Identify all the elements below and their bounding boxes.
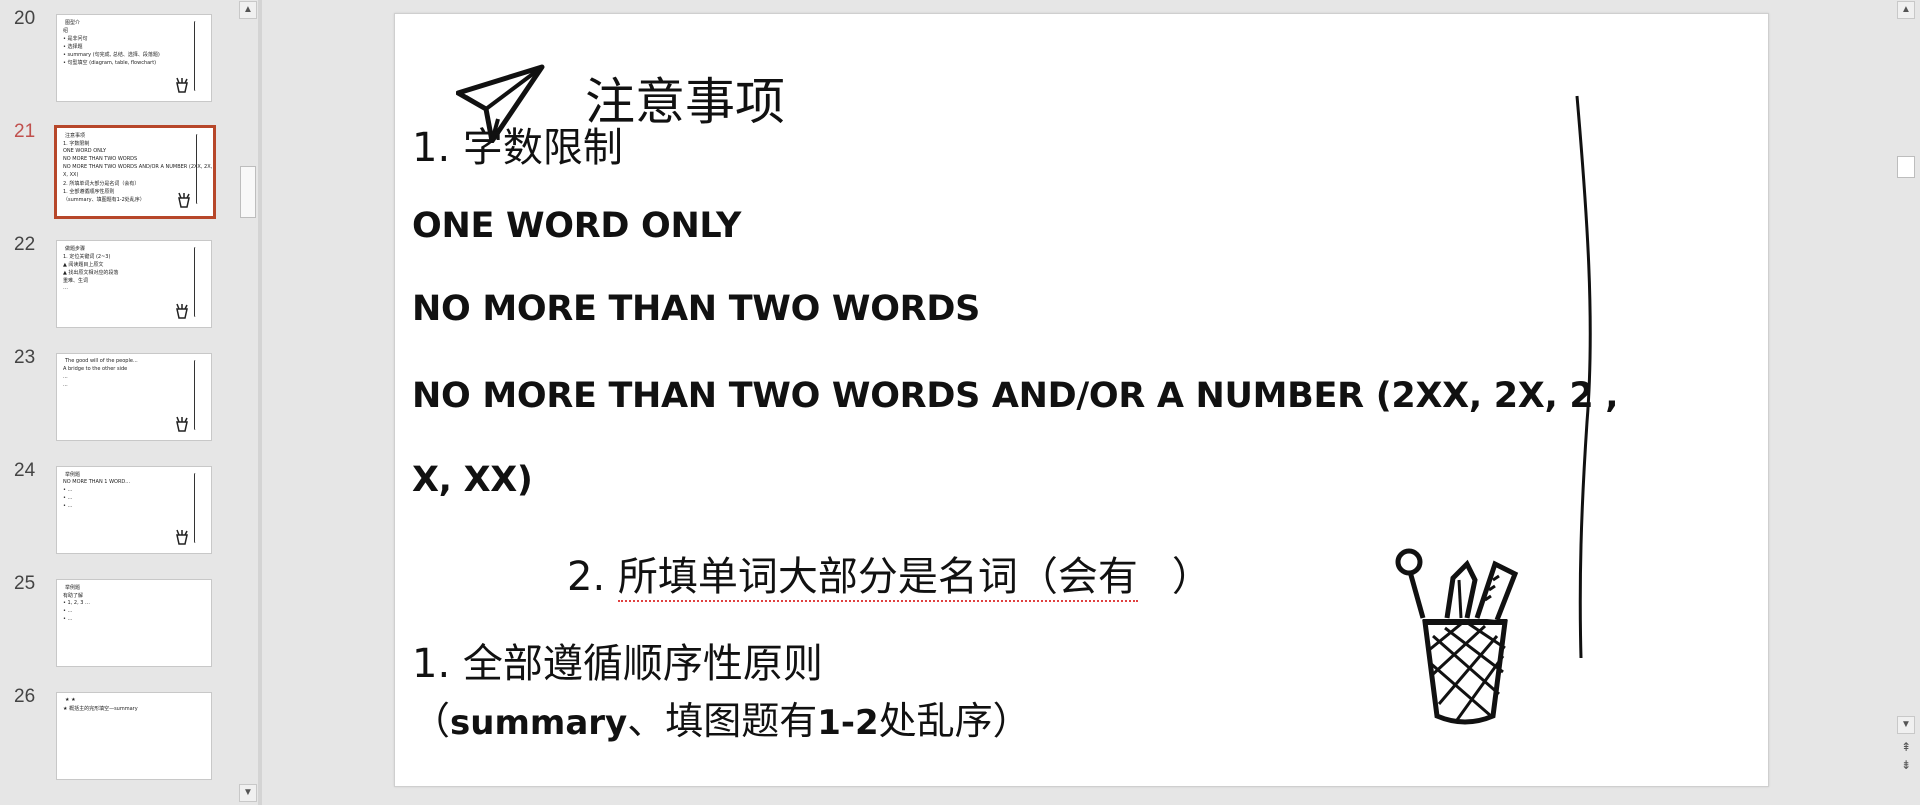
thumbnail-text: 注意事项 bbox=[65, 133, 86, 139]
slide-thumbnail-26[interactable]: ★ ★ ★ 概括主的完形填空—summary bbox=[56, 692, 212, 780]
thumbnail-text: • 选择题 bbox=[63, 44, 83, 50]
slide-thumbnail-23[interactable]: The good will of the people... A bridge t… bbox=[56, 353, 212, 441]
thumbnail-text: • … bbox=[63, 487, 73, 493]
slide-editor: 注意事项 1. 字数限制 ONE WORD ONLY NO MORE THAN … bbox=[262, 0, 1892, 805]
thumbnail-scrollbar[interactable]: ▲ ▼ bbox=[238, 0, 258, 805]
pencil-cup-icon bbox=[175, 416, 189, 432]
slide-number: 23 bbox=[14, 347, 36, 368]
thumbnail-text: X, XX) bbox=[63, 172, 79, 178]
thumbnail-text: • 是非问句 bbox=[63, 36, 88, 42]
rule-one-word: ONE WORD ONLY bbox=[412, 206, 742, 246]
slide-thumbnail-20[interactable]: 图型介绍 • 是非问句 • 选择题 • summary (句完成, 总结、选择、段落题… bbox=[56, 14, 212, 102]
item-word-limit: 1. 字数限制 bbox=[412, 125, 623, 171]
thumbnail-row-22[interactable]: 22 做题步骤 1. 定位关键词 (2~3) ▲ 阅读题目上原文 ▲ 找出原文相对应的段… bbox=[0, 226, 238, 328]
note-mid: 、填图题有 bbox=[627, 699, 818, 743]
thumbnail-row-26[interactable]: 26 ★ ★ ★ 概括主的完形填空—summary bbox=[0, 678, 238, 780]
slide-number: 22 bbox=[14, 234, 36, 255]
note-open: （ bbox=[412, 699, 451, 743]
thumbnail-text: ONE WORD ONLY bbox=[63, 148, 107, 154]
thumbnail-text: • … bbox=[63, 608, 73, 614]
editor-scroll-down-button[interactable]: ▼ bbox=[1897, 716, 1915, 734]
slide-number: 20 bbox=[14, 8, 36, 29]
note-range: 1-2 bbox=[817, 703, 879, 743]
scroll-down-button[interactable]: ▼ bbox=[239, 784, 257, 802]
thumbnail-text: • summary (句完成, 总结、选择、段落题) bbox=[63, 52, 160, 58]
thumbnail-text: 1. 字数限制 bbox=[63, 141, 90, 147]
item-sequence-principle: 1. 全部遵循顺序性原则 bbox=[412, 641, 823, 687]
thumbnail-text: 1. 定位关键词 (2~3) bbox=[63, 254, 111, 260]
thumbnail-text: The good will of the people... bbox=[65, 358, 138, 364]
previous-slide-button[interactable]: ⇞ bbox=[1897, 738, 1915, 756]
thumbnail-row-25[interactable]: 25 举例题有助了解 • 1, 2, 3 … • … • … bbox=[0, 565, 238, 667]
thumbnail-row-20[interactable]: 20 图型介绍 • 是非问句 • 选择题 • summary (句完成, 总结、选择、段… bbox=[0, 0, 238, 102]
slide-thumbnail-pane: 20 图型介绍 • 是非问句 • 选择题 • summary (句完成, 总结、选择、段… bbox=[0, 0, 238, 805]
decorative-curve bbox=[1575, 95, 1592, 659]
thumbnail-text: NO MORE THAN TWO WORDS AND/OR A NUMBER (… bbox=[63, 164, 216, 170]
thumbnail-text: ★ 概括主的完形填空—summary bbox=[63, 706, 138, 712]
slide-thumbnail-22[interactable]: 做题步骤 1. 定位关键词 (2~3) ▲ 阅读题目上原文 ▲ 找出原文相对应的段落重… bbox=[56, 240, 212, 328]
thumbnail-decoration bbox=[194, 360, 197, 430]
editor-scroll-up-button[interactable]: ▲ bbox=[1897, 1, 1915, 19]
thumbnail-decoration bbox=[194, 21, 197, 91]
thumbnail-text: ▲ 找出原文相对应的段落 bbox=[63, 270, 119, 276]
slide-number: 24 bbox=[14, 460, 36, 481]
rule-two-words-number: NO MORE THAN TWO WORDS AND/OR A NUMBER (… bbox=[412, 376, 1619, 416]
thumbnail-decoration bbox=[196, 134, 199, 204]
thumbnail-text: 举例题 bbox=[65, 472, 81, 478]
slide-number: 26 bbox=[14, 686, 36, 707]
thumbnail-text: （summary、填图题有1-2处乱序） bbox=[63, 197, 145, 203]
item-mostly-nouns-number: 2. bbox=[567, 554, 618, 600]
item-mostly-nouns: 2. 所填单词大部分是名词（会有 ） bbox=[567, 544, 1212, 602]
editor-scrollbar-thumb[interactable] bbox=[1897, 156, 1915, 178]
thumbnail-decoration bbox=[194, 247, 197, 317]
note-summary: summary bbox=[450, 703, 628, 743]
pencil-cup-icon bbox=[175, 303, 189, 319]
editor-scrollbar[interactable]: ▲ ▼ ⇞ ⇟ bbox=[1892, 0, 1920, 805]
slide-number: 25 bbox=[14, 573, 36, 594]
thumbnail-text: 图型介 bbox=[65, 20, 81, 26]
thumbnail-text: 有助了解 bbox=[63, 593, 84, 599]
thumbnail-text: NO MORE THAN TWO WORDS bbox=[63, 156, 138, 162]
thumbnail-text: ★ ★ bbox=[65, 697, 76, 703]
pencil-cup-icon bbox=[1395, 548, 1519, 725]
thumbnail-text: … bbox=[63, 285, 68, 291]
sequence-exception-note: （summary、填图题有1-2处乱序） bbox=[412, 690, 1031, 745]
rule-two-words-number-cont: X, XX) bbox=[412, 460, 533, 500]
thumbnail-text: • 句型填空 (diagram, table, flowchart) bbox=[63, 60, 157, 66]
thumbnail-text: 举例题 bbox=[65, 585, 81, 591]
thumbnail-text: • … bbox=[63, 503, 73, 509]
thumbnail-text: ▲ 阅读题目上原文 bbox=[63, 262, 104, 268]
pencil-cup-icon bbox=[175, 77, 189, 93]
scroll-up-button[interactable]: ▲ bbox=[239, 1, 257, 19]
thumbnail-text: 做题步骤 bbox=[65, 246, 86, 252]
thumbnail-text: 2. 所填单词大部分是名词（会有） bbox=[63, 181, 140, 187]
thumbnail-text: 1. 全部遵循顺序性原则 bbox=[63, 189, 115, 195]
thumbnail-row-23[interactable]: 23 The good will of the people... A bridge… bbox=[0, 339, 238, 441]
pencil-cup-icon bbox=[177, 192, 191, 208]
thumbnail-row-21[interactable]: 21 注意事项 1. 字数限制 ONE WORD ONLY NO MORE THAN T… bbox=[0, 113, 238, 219]
item-mostly-nouns-text: 所填单词大部分是名词（会有 bbox=[617, 554, 1138, 602]
thumbnail-row-24[interactable]: 24 举例题 NO MORE THAN 1 WORD... • … • … • … bbox=[0, 452, 238, 554]
thumbnail-text: 绍 bbox=[63, 28, 69, 34]
thumbnail-decoration bbox=[194, 473, 197, 543]
slide-number: 21 bbox=[14, 121, 36, 142]
item-mostly-nouns-end: ） bbox=[1171, 554, 1212, 600]
note-end: 处乱序） bbox=[878, 699, 1031, 743]
thumbnail-text: • … bbox=[63, 616, 73, 622]
slide-thumbnail-25[interactable]: 举例题有助了解 • 1, 2, 3 … • … • … bbox=[56, 579, 212, 667]
scrollbar-thumb[interactable] bbox=[240, 166, 256, 218]
slide-thumbnail-24[interactable]: 举例题 NO MORE THAN 1 WORD... • … • … • … bbox=[56, 466, 212, 554]
thumbnail-text: A bridge to the other side bbox=[63, 366, 128, 372]
pencil-cup-icon bbox=[175, 529, 189, 545]
slide-thumbnail-21[interactable]: 注意事项 1. 字数限制 ONE WORD ONLY NO MORE THAN TWO… bbox=[54, 125, 216, 219]
current-slide[interactable]: 注意事项 1. 字数限制 ONE WORD ONLY NO MORE THAN … bbox=[394, 13, 1769, 787]
thumbnail-text: ... bbox=[63, 382, 68, 388]
thumbnail-text: • … bbox=[63, 495, 73, 501]
rule-two-words: NO MORE THAN TWO WORDS bbox=[412, 289, 980, 329]
next-slide-button[interactable]: ⇟ bbox=[1897, 756, 1915, 774]
thumbnail-text: 重难、生词 bbox=[63, 278, 89, 284]
thumbnail-text: NO MORE THAN 1 WORD... bbox=[63, 479, 131, 485]
thumbnail-text: • 1, 2, 3 … bbox=[63, 600, 91, 606]
thumbnail-text: ... bbox=[63, 374, 68, 380]
